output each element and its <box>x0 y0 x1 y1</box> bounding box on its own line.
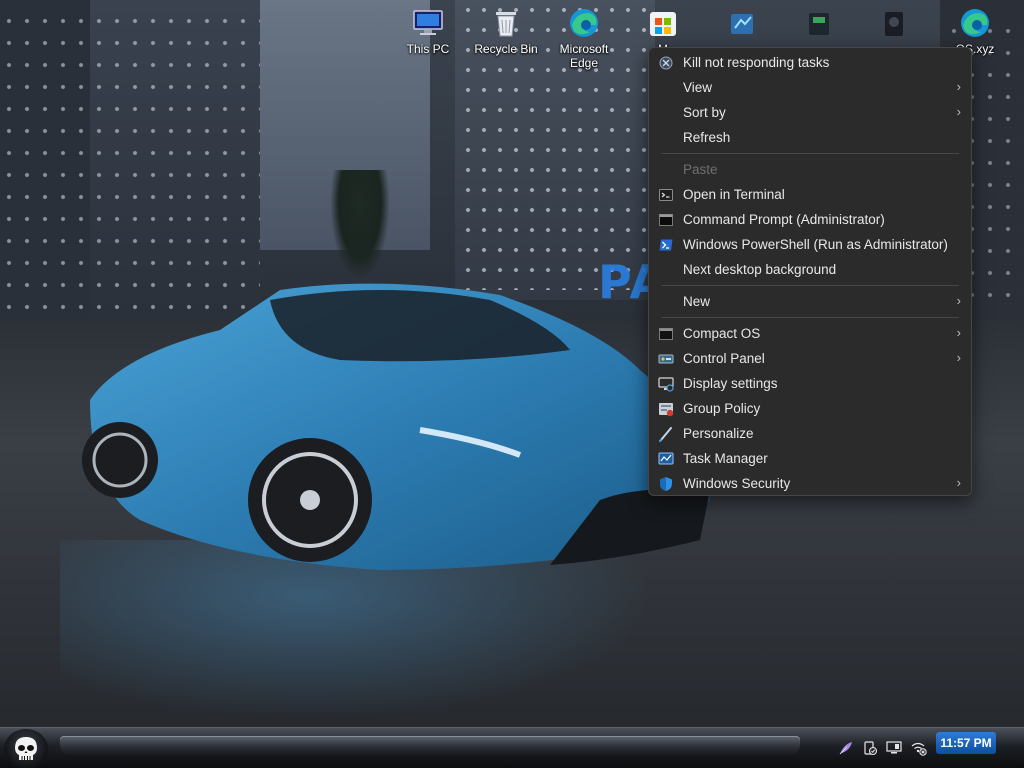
menu-item-new[interactable]: New › <box>649 289 971 314</box>
edge-icon <box>957 6 993 40</box>
desktop-context-menu: Kill not responding tasks View › Sort by… <box>648 47 972 496</box>
task-manager-icon <box>658 451 674 467</box>
feather-icon[interactable] <box>836 738 856 758</box>
network-icon[interactable] <box>908 738 928 758</box>
compact-os-icon <box>658 326 674 342</box>
menu-separator <box>661 285 959 286</box>
app-icon <box>724 6 760 40</box>
menu-item-control-panel[interactable]: Control Panel › <box>649 346 971 371</box>
chevron-right-icon: › <box>956 325 961 340</box>
menu-item-command-prompt-admin[interactable]: Command Prompt (Administrator) <box>649 207 971 232</box>
display-icon[interactable] <box>884 738 904 758</box>
menu-item-display-settings[interactable]: Display settings <box>649 371 971 396</box>
menu-item-powershell-admin[interactable]: Windows PowerShell (Run as Administrator… <box>649 232 971 257</box>
menu-item-view[interactable]: View › <box>649 75 971 100</box>
menu-item-paste: Paste <box>683 162 718 177</box>
desktop-icon-app-3[interactable] <box>857 6 931 42</box>
taskbar-clock[interactable]: 11:57 PM <box>936 732 996 754</box>
menu-item-sort-by[interactable]: Sort by › <box>649 100 971 125</box>
powershell-icon <box>658 237 674 253</box>
control-panel-icon <box>658 351 674 367</box>
chevron-right-icon: › <box>956 293 961 308</box>
menu-separator <box>661 153 959 154</box>
desktop-icon-app-1[interactable] <box>705 6 779 42</box>
kill-task-icon <box>658 55 674 71</box>
menu-separator <box>661 317 959 318</box>
power-plan-icon[interactable] <box>860 738 880 758</box>
desktop-icon-this-pc[interactable]: This PC <box>391 6 465 56</box>
desktop-icon-recycle-bin[interactable]: Recycle Bin <box>469 6 543 56</box>
menu-item-open-in-terminal[interactable]: Open in Terminal <box>649 182 971 207</box>
menu-item-refresh[interactable]: Refresh <box>649 125 971 150</box>
menu-item-personalize[interactable]: Personalize <box>649 421 971 446</box>
chevron-right-icon: › <box>956 350 961 365</box>
car-image <box>82 283 710 570</box>
menu-item-next-desktop-background[interactable]: Next desktop background <box>649 257 971 282</box>
edge-icon <box>566 6 602 40</box>
chevron-right-icon: › <box>956 475 961 490</box>
menu-item-windows-security[interactable]: Windows Security › <box>649 471 971 496</box>
group-policy-icon <box>658 401 674 417</box>
chevron-right-icon: › <box>956 104 961 119</box>
system-tray <box>836 734 936 762</box>
menu-item-task-manager[interactable]: Task Manager <box>649 446 971 471</box>
personalize-icon <box>658 426 674 442</box>
display-settings-icon <box>658 376 674 392</box>
windows-security-icon <box>658 476 674 492</box>
menu-item-kill-not-responding[interactable]: Kill not responding tasks <box>649 50 971 75</box>
cmd-icon <box>658 212 674 228</box>
terminal-icon <box>658 187 674 203</box>
app-icon <box>876 6 912 40</box>
app-icon <box>801 6 837 40</box>
menu-item-compact-os[interactable]: Compact OS › <box>649 321 971 346</box>
computer-icon <box>410 6 446 40</box>
taskbar-task-area[interactable] <box>60 736 800 758</box>
recycle-bin-icon <box>488 6 524 40</box>
taskbar: 11:57 PM <box>0 727 1024 768</box>
skull-logo-icon <box>15 737 37 760</box>
store-icon <box>645 6 681 40</box>
start-button[interactable] <box>4 729 48 768</box>
desktop-icon-app-2[interactable] <box>782 6 856 42</box>
desktop-icon-microsoft-edge[interactable]: Microsoft Edge <box>547 6 621 70</box>
chevron-right-icon: › <box>956 79 961 94</box>
menu-item-group-policy[interactable]: Group Policy <box>649 396 971 421</box>
